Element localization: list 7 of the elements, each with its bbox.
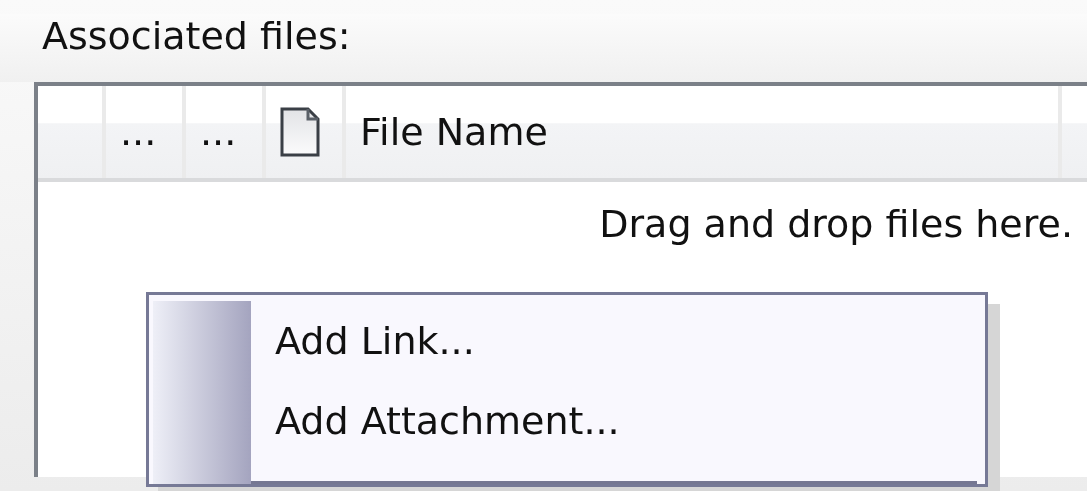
document-icon (280, 107, 320, 157)
column-header[interactable]: File Name (346, 86, 1062, 178)
menu-item[interactable]: Add Attachment... (251, 381, 981, 461)
column-header[interactable]: ... (106, 86, 186, 178)
empty-hint: Drag and drop files here. (598, 201, 1074, 246)
column-header[interactable]: ... (186, 86, 266, 178)
menu-item[interactable]: Add Link... (251, 301, 981, 381)
